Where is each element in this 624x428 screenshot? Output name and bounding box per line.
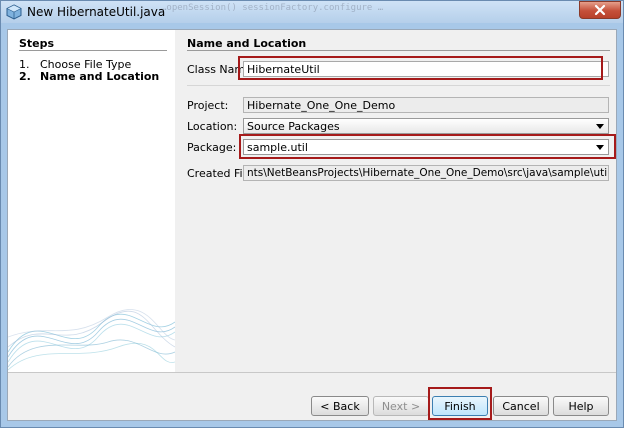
chevron-down-icon xyxy=(596,124,604,129)
project-field: Hibernate_One_One_Demo xyxy=(243,97,609,113)
dialog-content: Steps 1. Choose File Type 2. Name and Loca… xyxy=(7,29,617,421)
location-label: Location: xyxy=(187,120,238,133)
section-divider xyxy=(187,50,610,51)
location-dropdown[interactable]: Source Packages xyxy=(243,118,609,134)
finish-button[interactable]: Finish xyxy=(432,396,488,416)
button-bar-divider xyxy=(8,372,616,373)
name-and-location-panel: Name and Location Class Name: HibernateU… xyxy=(175,30,616,372)
class-name-input[interactable]: HibernateUtil xyxy=(243,61,609,77)
window-title: New HibernateUtil.java xyxy=(27,5,166,19)
title-bar[interactable]: New HibernateUtil.java …openSession() se… xyxy=(1,1,623,23)
step-number: 2. xyxy=(19,70,31,83)
netbeans-wave-graphic xyxy=(8,309,175,371)
next-button[interactable]: Next > xyxy=(373,396,429,416)
project-label: Project: xyxy=(187,99,229,112)
steps-panel: Steps 1. Choose File Type 2. Name and Loca… xyxy=(8,30,175,372)
package-label: Package: xyxy=(187,141,237,154)
steps-divider xyxy=(19,50,167,51)
dialog-window: New HibernateUtil.java …openSession() se… xyxy=(0,0,624,428)
cancel-button[interactable]: Cancel xyxy=(493,396,549,416)
background-ghost-text: …openSession() sessionFactory.configure … xyxy=(161,3,384,13)
package-value: sample.util xyxy=(247,141,308,154)
close-icon xyxy=(594,4,606,16)
created-file-field: nts\NetBeansProjects\Hibernate_One_One_D… xyxy=(243,165,609,181)
section-title: Name and Location xyxy=(187,37,307,50)
steps-title: Steps xyxy=(19,37,55,50)
help-button[interactable]: Help xyxy=(553,396,609,416)
chevron-down-icon xyxy=(596,145,604,150)
close-button[interactable] xyxy=(579,1,621,19)
package-combobox[interactable]: sample.util xyxy=(243,139,609,155)
step-item-name-and-location: 2. Name and Location xyxy=(19,70,159,83)
location-value: Source Packages xyxy=(247,120,340,133)
netbeans-cube-icon xyxy=(6,4,22,20)
step-label: Name and Location xyxy=(40,70,160,83)
back-button[interactable]: < Back xyxy=(311,396,369,416)
field-divider xyxy=(187,85,610,86)
